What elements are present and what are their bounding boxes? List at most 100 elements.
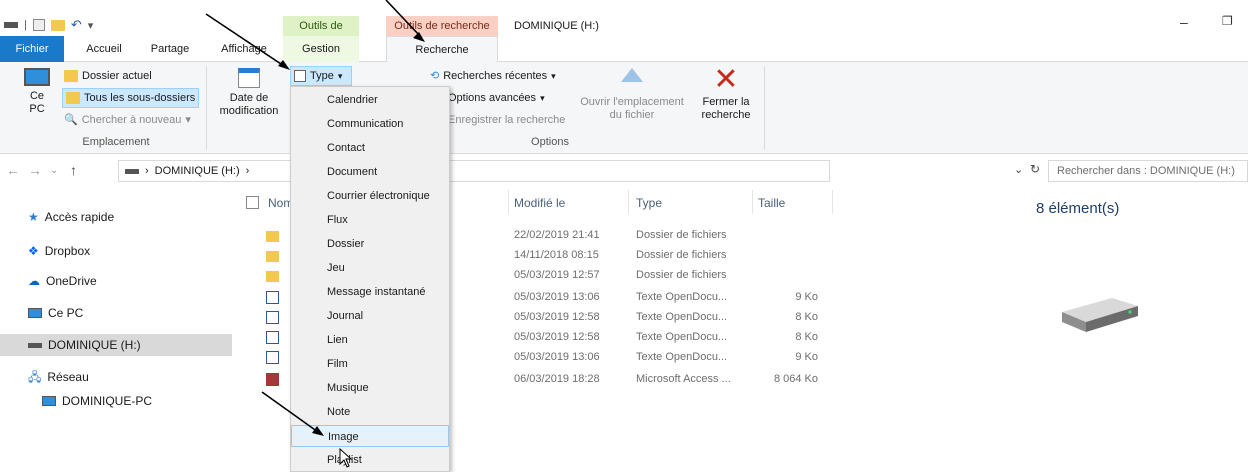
column-header-type[interactable]: Type <box>636 192 662 214</box>
open-location-icon <box>621 68 643 82</box>
breadcrumb-drive[interactable]: DOMINIQUE (H:) <box>155 161 240 181</box>
computer-icon <box>28 308 42 318</box>
type-menu-item[interactable]: Dossier <box>291 233 449 255</box>
folder-icon <box>266 271 279 282</box>
tab-fichier[interactable]: Fichier <box>0 36 64 62</box>
minimize-button[interactable]: – <box>1180 14 1188 30</box>
up-arrow-icon[interactable]: ↑ <box>70 162 77 178</box>
chevron-down-icon: ▾ <box>540 93 545 103</box>
type-menu-item[interactable]: Lien <box>291 329 449 351</box>
type-menu-item[interactable]: Flux <box>291 209 449 231</box>
recherches-recentes-button[interactable]: ⟲ Recherches récentes ▾ <box>430 66 556 86</box>
type-menu-item[interactable]: Image <box>291 425 449 447</box>
address-dropdown-icon[interactable]: ⌄ <box>1014 163 1023 176</box>
nav-item-reseau[interactable]: 🖧 Réseau <box>28 366 89 388</box>
ce-pc-button[interactable]: Ce PC <box>20 68 54 116</box>
nav-item-ce-pc[interactable]: Ce PC <box>28 302 83 324</box>
column-separator[interactable] <box>832 190 833 214</box>
chevron-down-icon: ▾ <box>337 71 343 81</box>
dropbox-icon: ❖ <box>28 244 39 258</box>
type-dropdown-button[interactable]: Type ▾ <box>290 66 352 86</box>
drive-preview-icon <box>1056 296 1140 339</box>
nav-item-dominique-pc[interactable]: DOMINIQUE-PC <box>42 390 152 412</box>
cell-modified: 05/03/2019 12:57 <box>514 269 600 281</box>
tab-partage[interactable]: Partage <box>138 36 202 62</box>
qat-dropdown-icon[interactable]: ▾ <box>88 19 94 32</box>
item-count: 8 élément(s) <box>1036 200 1120 217</box>
type-menu-item[interactable]: Contact <box>291 137 449 159</box>
cell-modified: 05/03/2019 13:06 <box>514 351 600 363</box>
window-title: DOMINIQUE (H:) <box>514 20 599 32</box>
mouse-cursor-icon <box>339 448 353 468</box>
computer-icon <box>24 68 50 86</box>
cell-modified: 22/02/2019 21:41 <box>514 229 600 241</box>
tab-affichage[interactable]: Affichage <box>208 36 280 62</box>
type-menu-item[interactable]: Document <box>291 161 449 183</box>
new-folder-icon[interactable] <box>50 19 65 31</box>
drive-icon[interactable] <box>4 22 18 28</box>
refresh-icon[interactable]: ↻ <box>1030 162 1040 176</box>
type-menu-item[interactable]: Courrier électronique <box>291 185 449 207</box>
ribbon-separator <box>206 66 207 150</box>
type-menu-item[interactable]: Communication <box>291 113 449 135</box>
column-separator[interactable] <box>628 190 629 214</box>
cell-type: Dossier de fichiers <box>636 229 727 241</box>
cell-type: Texte OpenDocu... <box>636 291 728 303</box>
dossier-actuel-button[interactable]: Dossier actuel <box>64 66 152 86</box>
folder-icon <box>266 231 279 242</box>
tab-recherche[interactable]: Recherche <box>386 36 498 63</box>
nav-item-dominique[interactable]: DOMINIQUE (H:) <box>0 334 232 356</box>
type-menu-item[interactable]: Calendrier <box>291 89 449 111</box>
recent-locations-chevron-icon[interactable]: ⌄ <box>50 165 58 176</box>
drive-icon <box>28 342 42 348</box>
properties-icon[interactable] <box>32 19 45 31</box>
options-avancees-button[interactable]: Options avancées ▾ <box>448 88 545 108</box>
cloud-icon: ☁ <box>28 274 40 288</box>
tab-gestion[interactable]: Gestion <box>283 36 359 62</box>
nav-item-onedrive[interactable]: ☁ OneDrive <box>28 270 97 292</box>
ouvrir-emplacement-button[interactable]: Ouvrir l'emplacement du fichier <box>572 68 692 122</box>
enregistrer-recherche-button[interactable]: Enregistrer la recherche <box>448 110 565 130</box>
search-input[interactable]: Rechercher dans : DOMINIQUE (H:) <box>1048 160 1248 182</box>
undo-icon[interactable]: ↶ <box>71 17 82 33</box>
type-menu-item[interactable]: Musique <box>291 377 449 399</box>
address-bar[interactable]: › DOMINIQUE (H:) › <box>118 160 830 182</box>
nav-item-acces-rapide[interactable]: ★ Accès rapide <box>28 206 114 228</box>
ribbon-panel-empty <box>770 62 1248 154</box>
group-label-options: Options <box>531 136 569 148</box>
nav-item-dropbox[interactable]: ❖ Dropbox <box>28 240 90 262</box>
star-icon: ★ <box>28 210 39 224</box>
cell-size: 8 Ko <box>795 311 818 323</box>
cell-modified: 05/03/2019 12:58 <box>514 311 600 323</box>
tab-accueil[interactable]: Accueil <box>72 36 136 62</box>
chevron-down-icon: ▾ <box>551 71 556 81</box>
type-menu-item[interactable]: Jeu <box>291 257 449 279</box>
type-icon <box>294 70 306 82</box>
select-all-checkbox[interactable] <box>246 196 259 209</box>
type-menu-item[interactable]: Note <box>291 401 449 423</box>
tous-sous-dossiers-button[interactable]: Tous les sous-dossiers <box>62 88 200 108</box>
cell-size: 9 Ko <box>795 291 818 303</box>
cell-type: Dossier de fichiers <box>636 249 727 261</box>
cell-modified: 14/11/2018 08:15 <box>514 249 599 261</box>
type-menu-item[interactable]: Playlist <box>291 449 449 471</box>
column-separator[interactable] <box>752 190 753 214</box>
back-arrow-icon[interactable]: ← <box>6 162 20 178</box>
column-separator[interactable] <box>508 190 509 214</box>
cell-size: 8 064 Ko <box>773 373 818 385</box>
column-header-modified[interactable]: Modifié le <box>514 192 565 214</box>
chercher-nouveau-button[interactable]: 🔍 Chercher à nouveau ▾ <box>64 110 191 130</box>
context-label-drive-tools: Outils de lecteur <box>283 16 359 52</box>
type-menu-item[interactable]: Film <box>291 353 449 375</box>
document-icon <box>266 351 279 364</box>
access-icon <box>266 373 279 386</box>
ribbon-separator <box>764 66 765 150</box>
fermer-recherche-button[interactable]: ✕ Fermer la recherche <box>698 64 754 122</box>
date-modification-button[interactable]: Date de modification <box>212 68 286 118</box>
type-menu-item[interactable]: Journal <box>291 305 449 327</box>
maximize-button[interactable]: ❐ <box>1222 14 1233 28</box>
forward-arrow-icon[interactable]: → <box>28 162 42 178</box>
column-header-size[interactable]: Taille <box>758 192 785 214</box>
type-menu-item[interactable]: Message instantané <box>291 281 449 303</box>
recent-searches-icon: ⟲ <box>430 70 440 82</box>
